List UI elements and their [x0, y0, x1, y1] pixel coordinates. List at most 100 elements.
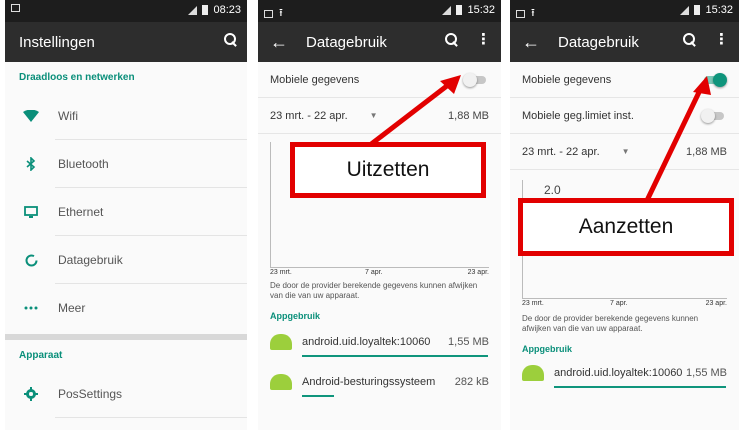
data-limit-row[interactable]: Mobiele geg.limiet inst. [510, 98, 739, 134]
wifi-icon [21, 110, 41, 122]
provider-note: De door de provider berekende gegevens k… [270, 281, 478, 300]
mobile-data-toggle[interactable] [463, 72, 489, 87]
ethernet-icon [21, 205, 41, 219]
search-icon[interactable] [683, 33, 696, 46]
settings-item-label: Wifi [58, 109, 78, 123]
app-name: Android-besturingssysteem [302, 376, 436, 388]
more-icon [21, 306, 41, 310]
mobile-data-row[interactable]: Mobiele gegevens [510, 62, 739, 98]
mobile-data-label: Mobiele gegevens [522, 73, 612, 86]
screenshot-icon [516, 9, 525, 18]
back-arrow-icon[interactable]: ← [270, 32, 288, 53]
signal-icon [188, 5, 198, 15]
app-name: android.uid.loyaltek:10060 [302, 336, 431, 348]
back-arrow-icon[interactable]: ← [522, 32, 540, 53]
app-usage-heading: Appgebruik [522, 344, 573, 354]
battery-icon [456, 5, 463, 15]
section-header-device: Apparaat [19, 349, 63, 361]
status-time: 15:32 [705, 4, 733, 16]
period-dropdown[interactable]: 23 mrt. - 22 apr. [270, 110, 348, 122]
app-name: android.uid.loyaltek:10060 [554, 367, 683, 379]
period-usage-value: 1,88 MB [686, 145, 727, 158]
signal-icon [442, 5, 452, 15]
upload-icon: ⭱ [279, 7, 283, 19]
settings-item-label: Datagebruik [58, 253, 123, 267]
app-usage-bar [302, 355, 488, 357]
settings-item-more[interactable]: Meer [5, 284, 247, 332]
chart-limit-label: 2.0 [544, 183, 561, 197]
settings-screen: 08:23 Instellingen Draadloos en netwerke… [5, 0, 247, 430]
data-usage-icon [21, 254, 41, 267]
period-dropdown[interactable]: 23 mrt. - 22 apr. [522, 146, 600, 158]
x-tick-label: 23 mrt. [522, 300, 544, 307]
page-title: Datagebruik [558, 33, 639, 51]
settings-item-data-usage[interactable]: Datagebruik [5, 236, 247, 284]
upload-icon: ⭱ [531, 7, 535, 19]
android-icon [270, 334, 292, 350]
data-usage-screen-off: ⭱ 15:32 ← Datagebruik ⋮ Mobiele gegevens… [258, 0, 501, 430]
x-tick-label: 23 mrt. [270, 269, 292, 276]
status-time: 15:32 [467, 4, 495, 16]
period-row[interactable]: 23 mrt. - 22 apr. ▼ 1,88 MB [258, 98, 501, 134]
dropdown-arrow-icon: ▼ [369, 111, 378, 120]
settings-item-possettings[interactable]: PosSettings [5, 370, 247, 418]
screenshot-icon [11, 4, 20, 12]
period-row[interactable]: 23 mrt. - 22 apr. ▼ 1,88 MB [510, 134, 739, 170]
data-limit-label: Mobiele geg.limiet inst. [522, 109, 634, 122]
x-tick-label: 23 apr. [705, 300, 727, 307]
android-icon [270, 374, 292, 390]
app-usage-heading: Appgebruik [270, 311, 321, 321]
screenshot-icon [264, 9, 273, 18]
overflow-menu-icon[interactable]: ⋮ [476, 32, 491, 47]
chart-y-axis [270, 142, 271, 267]
search-icon[interactable] [445, 33, 458, 46]
mobile-data-label: Mobiele gegevens [270, 73, 360, 86]
app-usage-size: 1,55 MB [448, 336, 489, 348]
x-tick-label: 7 apr. [365, 269, 383, 276]
callout-turn-on: Aanzetten [518, 198, 734, 256]
x-tick-label: 7 apr. [610, 300, 628, 307]
settings-item-bluetooth[interactable]: Bluetooth [5, 140, 247, 188]
app-usage-bar [302, 395, 334, 397]
mobile-data-toggle[interactable] [701, 72, 727, 87]
settings-item-label: Meer [58, 301, 86, 315]
app-usage-size: 1,55 MB [686, 367, 727, 379]
mobile-data-row[interactable]: Mobiele gegevens [258, 62, 501, 98]
dropdown-arrow-icon: ▼ [621, 147, 630, 156]
app-usage-bar [554, 386, 726, 388]
settings-item-label: Bluetooth [58, 157, 109, 171]
signal-icon [680, 5, 690, 15]
page-title: Instellingen [19, 33, 95, 51]
app-usage-row[interactable]: Android-besturingssysteem 282 kB [258, 365, 501, 399]
battery-icon [202, 5, 209, 15]
android-icon [522, 365, 544, 381]
app-usage-row[interactable]: android.uid.loyaltek:10060 1,55 MB [510, 356, 739, 390]
status-time: 08:23 [213, 4, 241, 16]
battery-icon [694, 5, 701, 15]
chart-x-axis [522, 298, 727, 299]
x-tick-label: 23 apr. [467, 269, 489, 276]
settings-item-wifi[interactable]: Wifi [5, 92, 247, 140]
app-bar: Instellingen [5, 22, 247, 62]
search-icon[interactable] [224, 33, 237, 46]
app-bar: ← Datagebruik ⋮ [258, 22, 501, 62]
status-bar: ⭱ 15:32 [510, 0, 739, 22]
status-bar: 08:23 [5, 0, 247, 22]
provider-note: De door de provider berekende gegevens k… [522, 314, 699, 333]
settings-item-label: Ethernet [58, 205, 104, 219]
data-limit-toggle[interactable] [701, 108, 727, 123]
section-header-wireless: Draadloos en netwerken [19, 71, 135, 83]
app-usage-size: 282 kB [454, 376, 489, 388]
page-title: Datagebruik [306, 33, 387, 51]
settings-item-ethernet[interactable]: Ethernet [5, 188, 247, 236]
gear-icon [21, 387, 41, 401]
settings-item-label: PosSettings [58, 387, 123, 401]
bluetooth-icon [21, 157, 41, 171]
callout-turn-off: Uitzetten [290, 142, 486, 198]
overflow-menu-icon[interactable]: ⋮ [714, 32, 729, 47]
period-usage-value: 1,88 MB [448, 109, 489, 122]
chart-x-axis [270, 267, 489, 268]
status-bar: ⭱ 15:32 [258, 0, 501, 22]
app-usage-row[interactable]: android.uid.loyaltek:10060 1,55 MB [258, 325, 501, 359]
app-bar: ← Datagebruik ⋮ [510, 22, 739, 62]
